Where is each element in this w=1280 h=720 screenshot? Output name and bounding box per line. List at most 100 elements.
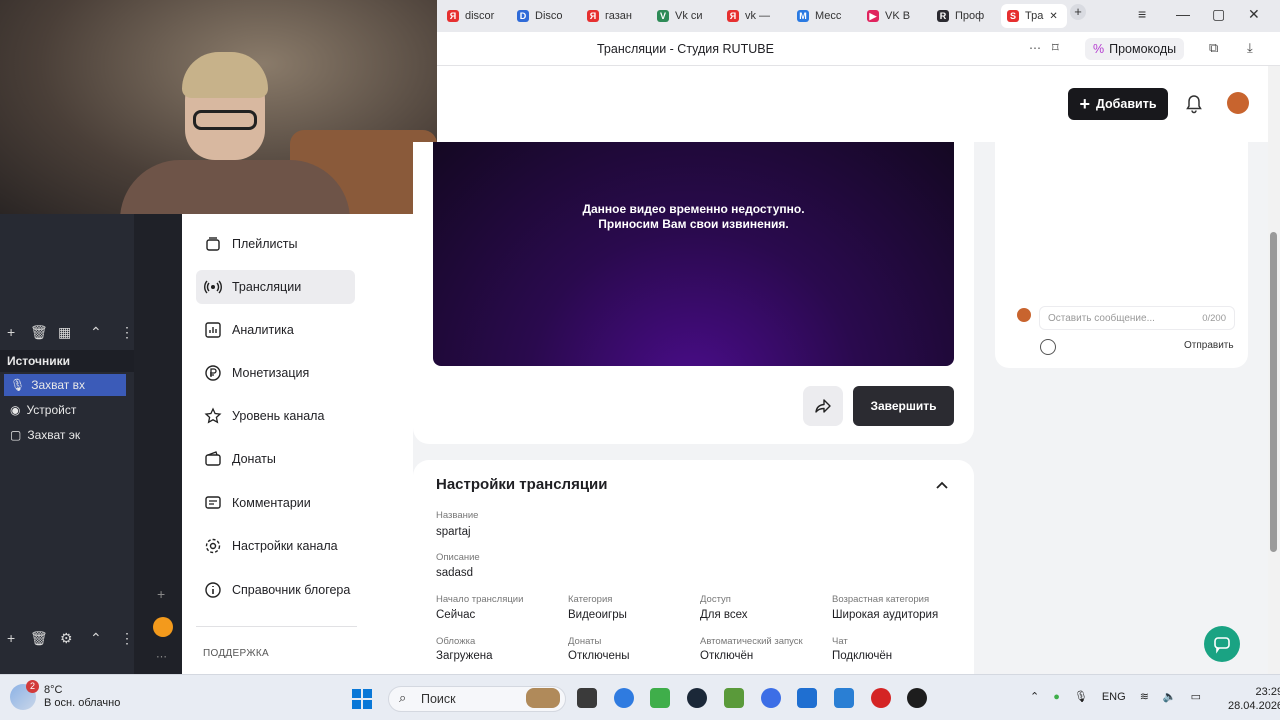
chevron-up-icon[interactable]: ⌃	[90, 324, 102, 341]
share-button[interactable]	[803, 386, 843, 426]
support-chat-button[interactable]	[1204, 626, 1240, 662]
field-value: Подключён	[832, 650, 893, 662]
system-tray: ⌃ ● 🎙 ENG ≋ 🔈 ▭	[1030, 690, 1201, 704]
minecraft-icon[interactable]	[724, 688, 744, 708]
gear-icon	[205, 538, 221, 554]
sidebar-item-monetization[interactable]: Монетизация	[196, 356, 355, 390]
page-title[interactable]: Трансляции - Студия RUTUBE	[597, 42, 774, 56]
browser-tab[interactable]: S Тра ✕	[1001, 4, 1067, 28]
browser-tab[interactable]: Яvk —	[721, 4, 787, 28]
clock[interactable]: 23:29 28.04.2026	[1228, 685, 1280, 713]
sidebar-item-channel-settings[interactable]: Настройки канала	[196, 529, 355, 563]
browser-tab[interactable]: ▶ VK В	[861, 4, 927, 28]
file-explorer-icon[interactable]	[577, 688, 597, 708]
more-icon[interactable]: ⋮	[120, 324, 134, 341]
obs-source-label: Захват эк	[27, 428, 81, 442]
close-tab-icon[interactable]: ✕	[1049, 11, 1057, 22]
stream-player-card: Данное видео временно недоступно. Принос…	[413, 142, 974, 444]
more-icon[interactable]: ⋯	[1029, 41, 1041, 55]
tray-app-icon[interactable]: ●	[1053, 691, 1060, 703]
yandex-browser-icon[interactable]	[614, 688, 634, 708]
avatar[interactable]	[1227, 92, 1249, 114]
steam-icon[interactable]	[687, 688, 707, 708]
wifi-icon[interactable]: ≋	[1140, 690, 1149, 703]
plus-icon: +	[1079, 94, 1090, 114]
chat-panel: Оставить сообщение... 0/200 Отправить	[995, 142, 1248, 368]
filter-icon[interactable]: ▦	[58, 324, 71, 341]
maximize-icon[interactable]: ▢	[1212, 6, 1225, 23]
obs-icon[interactable]	[907, 688, 927, 708]
field-label: Категория	[568, 594, 613, 605]
field-label: Чат	[832, 636, 848, 647]
field-label: Возрастная категория	[832, 594, 930, 605]
chevron-up-icon[interactable]: ⌃	[90, 630, 102, 647]
scrollbar-thumb[interactable]	[1270, 232, 1277, 552]
trash-icon[interactable]: 🗑	[30, 324, 48, 341]
weather-badge: 2	[26, 680, 39, 693]
weather-widget[interactable]: 2 8°C В осн. облачно	[10, 680, 121, 710]
microphone-icon[interactable]: 🎙	[1074, 690, 1088, 703]
start-button[interactable]	[352, 689, 372, 709]
trash-icon[interactable]: 🗑	[30, 630, 48, 647]
app-icon[interactable]	[153, 617, 173, 637]
finish-stream-button[interactable]: Завершить	[853, 386, 954, 426]
camera-icon: ◉	[10, 403, 21, 417]
obs-source-item[interactable]: 🎙 Захват вх	[4, 374, 126, 396]
browser-tab[interactable]: V Vk си	[651, 4, 717, 28]
add-icon[interactable]: +	[7, 324, 15, 340]
sidebar-item-label: Аналитика	[232, 323, 294, 337]
obs-source-item[interactable]: ◉ Устройст	[4, 399, 126, 421]
sidebar-item-analytics[interactable]: Аналитика	[196, 313, 355, 347]
sidebar-item-comments[interactable]: Комментарии	[196, 486, 355, 520]
browser-tab[interactable]: M Месс	[791, 4, 857, 28]
obs-source-item[interactable]: ▢ Захват эк	[4, 424, 126, 446]
browser-tab[interactable]: D Disco	[511, 4, 577, 28]
gear-icon[interactable]: ⚙	[60, 630, 73, 647]
new-tab-button[interactable]: +	[1070, 4, 1086, 20]
sidebar-item-blogger-guide[interactable]: Справочник блогера	[196, 573, 355, 607]
tab-list-icon[interactable]: ≡	[1138, 6, 1146, 22]
notes-icon[interactable]	[834, 688, 854, 708]
bell-icon[interactable]	[1184, 94, 1204, 114]
more-icon[interactable]: ⋯	[156, 650, 167, 663]
chart-icon	[205, 322, 221, 338]
chat-app-icon[interactable]	[761, 688, 781, 708]
tab-label: газан	[605, 10, 633, 22]
add-button[interactable]: + Добавить	[1068, 88, 1168, 120]
battery-icon[interactable]: ▭	[1191, 690, 1201, 703]
chevron-up-icon[interactable]	[935, 478, 949, 492]
weather-description: В осн. облачно	[44, 697, 121, 709]
tab-favicon-icon: Я	[587, 10, 599, 22]
field-value: Отключён	[700, 650, 754, 662]
browser-tab[interactable]: R Проф	[931, 4, 997, 28]
volume-icon[interactable]: 🔈	[1163, 690, 1177, 703]
chevron-up-icon[interactable]: ⌃	[1030, 690, 1039, 703]
sidebar-item-streams[interactable]: Трансляции	[196, 270, 355, 304]
field-value: Загружена	[436, 650, 493, 662]
chat-message-input[interactable]: Оставить сообщение... 0/200	[1039, 306, 1235, 330]
collections-icon[interactable]: ⧉	[1209, 40, 1218, 56]
sidebar-item-label: Уровень канала	[232, 409, 325, 423]
add-icon[interactable]: +	[7, 630, 15, 646]
video-app-icon[interactable]	[871, 688, 891, 708]
sidebar-item-playlists[interactable]: Плейлисты	[196, 227, 355, 261]
minimize-icon[interactable]: —	[1176, 6, 1190, 22]
cat-widget-icon[interactable]	[526, 688, 560, 708]
store-icon[interactable]	[797, 688, 817, 708]
emoji-icon[interactable]	[1040, 339, 1056, 355]
browser-tab[interactable]: Яdiscor	[441, 4, 507, 28]
sidebar-item-donations[interactable]: Донаты	[196, 442, 355, 476]
language-indicator[interactable]: ENG	[1102, 691, 1126, 703]
promo-button[interactable]: % Промокоды	[1085, 38, 1185, 60]
sidebar-item-channel-level[interactable]: Уровень канала	[196, 399, 355, 433]
video-player[interactable]: Данное видео временно недоступно. Принос…	[433, 142, 954, 366]
app-icon[interactable]	[650, 688, 670, 708]
browser-tab[interactable]: Ягазан	[581, 4, 647, 28]
page-scrollbar[interactable]	[1268, 66, 1280, 674]
send-button[interactable]: Отправить	[1184, 340, 1234, 351]
bookmark-icon[interactable]: ⌑	[1052, 40, 1059, 56]
close-icon[interactable]: ✕	[1248, 6, 1260, 23]
download-icon[interactable]: ⤓	[1247, 40, 1253, 56]
add-icon[interactable]: +	[157, 586, 165, 602]
more-icon[interactable]: ⋮	[120, 630, 134, 647]
